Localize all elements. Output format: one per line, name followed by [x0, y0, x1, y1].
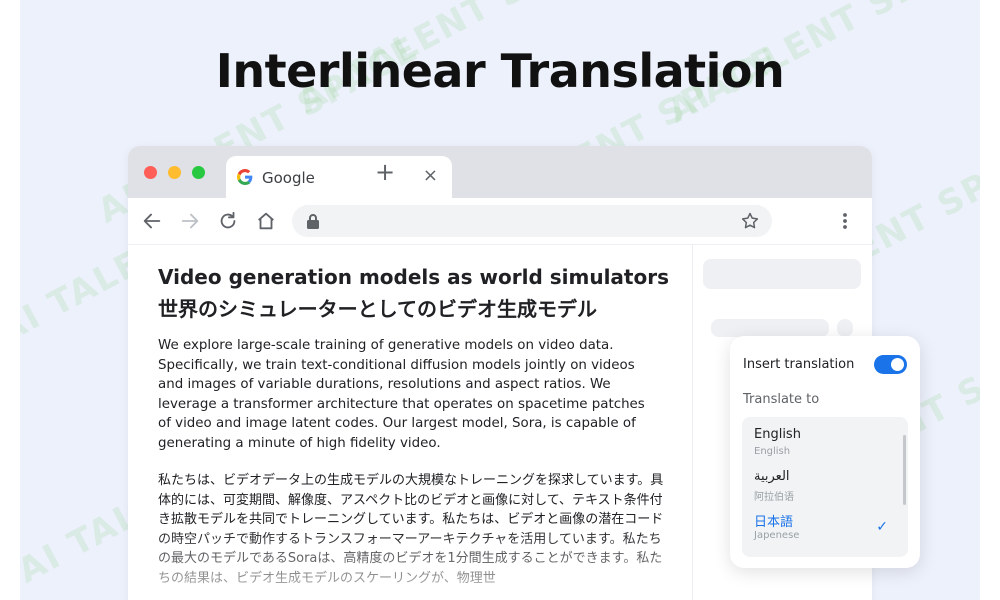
language-subtitle: English — [754, 446, 791, 457]
toggle-knob — [891, 358, 904, 371]
google-g-icon — [237, 169, 253, 185]
language-list-scrollbar[interactable] — [903, 435, 906, 505]
tab-google[interactable]: Google × — [226, 156, 452, 200]
tab-strip: Google × + — [128, 146, 872, 200]
insert-translation-toggle[interactable] — [874, 355, 907, 374]
forward-arrow-icon[interactable] — [179, 210, 201, 232]
language-list: English English العربية 阿拉伯语 日本語 Japenes… — [742, 417, 908, 557]
checkmark-icon: ✓ — [876, 519, 888, 535]
slide-background: AI TALENT SPACE AI TALENT SPACE AI TALEN… — [20, 0, 980, 600]
address-bar[interactable] — [292, 205, 772, 237]
new-tab-button[interactable]: + — [372, 160, 398, 186]
browser-toolbar — [128, 198, 872, 244]
language-option-arabic[interactable]: العربية 阿拉伯语 — [742, 459, 908, 503]
minimize-window-dot[interactable] — [168, 166, 181, 179]
language-subtitle: Japenese — [754, 530, 800, 541]
lock-icon — [307, 214, 319, 229]
content-fade-overlay — [128, 530, 692, 600]
translate-to-label: Translate to — [743, 392, 820, 407]
maximize-window-dot[interactable] — [192, 166, 205, 179]
insert-translation-label: Insert translation — [743, 357, 855, 372]
language-name: العربية — [754, 469, 790, 484]
article-paragraph-english: We explore large-scale training of gener… — [158, 338, 645, 451]
menu-kebab-icon[interactable] — [836, 211, 854, 231]
back-arrow-icon[interactable] — [141, 210, 163, 232]
skeleton-bar — [837, 319, 853, 337]
article-title-japanese: 世界のシミュレーターとしてのビデオ生成モデル — [158, 297, 597, 321]
translation-popup: Insert translation Translate to English … — [730, 336, 920, 568]
language-option-japanese[interactable]: 日本語 Japenese ✓ — [742, 501, 908, 543]
tab-title: Google — [262, 169, 315, 187]
skeleton-bar — [703, 259, 861, 289]
article-title-english: Video generation models as world simulat… — [158, 265, 669, 289]
home-icon[interactable] — [255, 210, 277, 232]
close-window-dot[interactable] — [144, 166, 157, 179]
close-tab-icon[interactable]: × — [423, 165, 438, 186]
skeleton-bar — [711, 319, 829, 337]
bookmark-star-icon[interactable] — [740, 211, 760, 231]
slide-headline: Interlinear Translation — [215, 44, 785, 98]
language-name: English — [754, 427, 801, 442]
reload-icon[interactable] — [217, 210, 239, 232]
language-option-english[interactable]: English English — [742, 417, 908, 459]
web-page-content: Video generation models as world simulat… — [128, 244, 692, 600]
language-name: 日本語 — [754, 515, 794, 530]
